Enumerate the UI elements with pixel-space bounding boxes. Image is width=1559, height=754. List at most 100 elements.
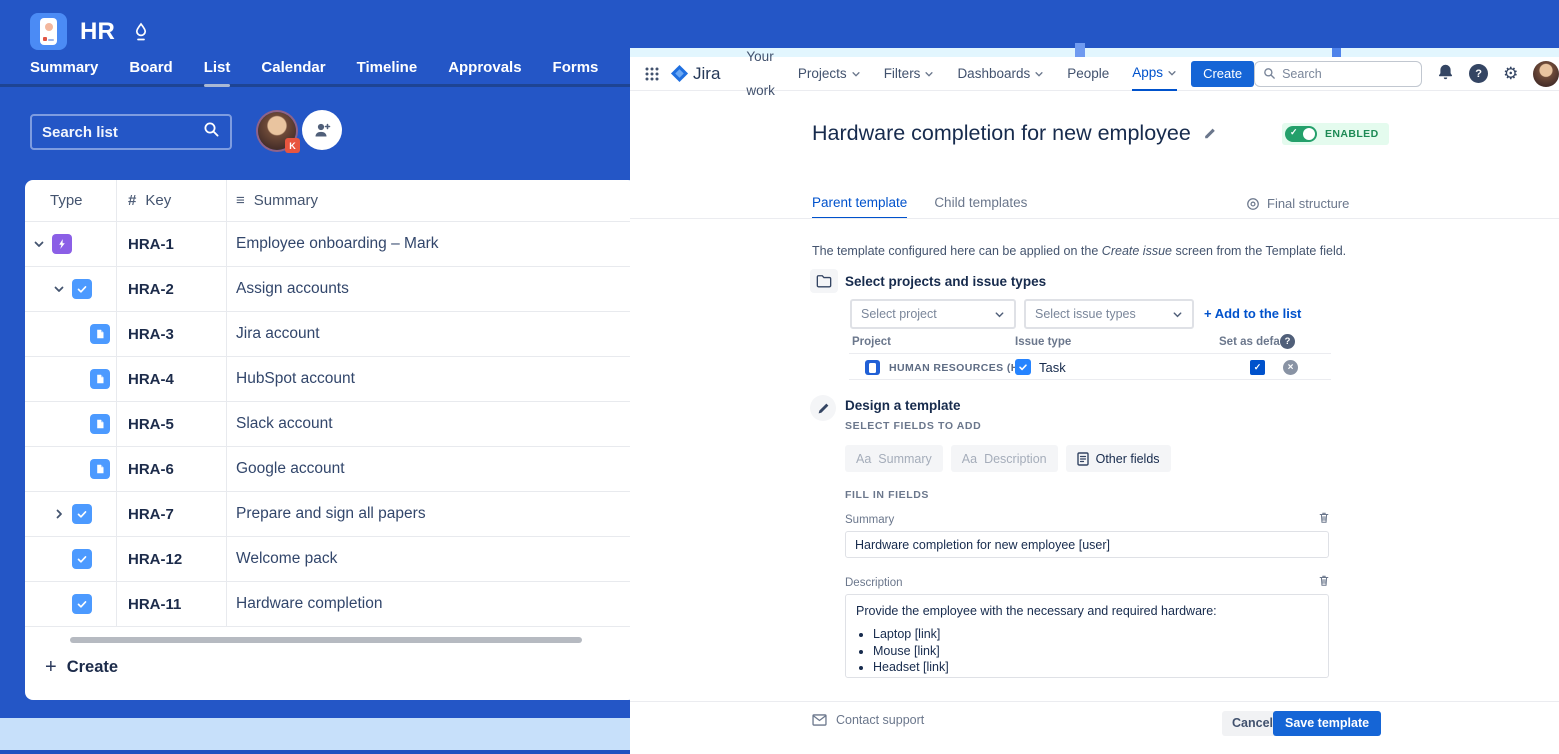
profile-avatar[interactable] [1533,61,1559,87]
search-list-box[interactable] [30,114,232,150]
enabled-toggle[interactable]: ✓ [1285,126,1317,142]
summary-value-input[interactable] [845,531,1329,558]
project-header: HR [30,13,150,50]
delete-summary-icon[interactable] [1318,511,1330,524]
column-type[interactable]: Type [25,180,117,221]
issue-key[interactable]: HRA-6 [117,447,227,491]
type-cell [25,222,117,266]
project-avatar [865,360,880,375]
chevron-down-icon[interactable] [52,282,66,296]
table-row[interactable]: HRA-11 Hardware completion [25,582,636,627]
issue-key[interactable]: HRA-5 [117,402,227,446]
table-row[interactable]: HRA-2 Assign accounts [25,267,636,312]
help-icon[interactable]: ? [1469,64,1488,83]
horizontal-scrollbar[interactable] [70,637,582,643]
issue-summary[interactable]: Welcome pack [227,537,636,581]
table-row[interactable]: HRA-7 Prepare and sign all papers [25,492,636,537]
issue-summary[interactable]: Hardware completion [227,582,636,626]
table-row[interactable]: HRA-6 Google account [25,447,636,492]
table-row[interactable]: HRA-4 HubSpot account [25,357,636,402]
global-search-input[interactable] [1282,67,1413,81]
add-to-list-link[interactable]: + Add to the list [1204,306,1301,321]
app-switcher-icon[interactable] [644,66,660,82]
issue-summary[interactable]: Jira account [227,312,636,356]
nav-menu-item[interactable]: Your work [746,57,775,91]
other-fields-button[interactable]: Other fields [1066,445,1171,472]
chevron-down-icon[interactable] [52,507,66,521]
nav-menu-item[interactable]: People [1067,57,1109,91]
table-row[interactable]: HRA-3 Jira account [25,312,636,357]
issue-key[interactable]: HRA-1 [117,222,227,266]
issue-summary[interactable]: Prepare and sign all papers [227,492,636,536]
issue-summary[interactable]: HubSpot account [227,357,636,401]
add-summary-field-button[interactable]: AaSummary [845,445,943,472]
search-list-input[interactable] [42,124,203,141]
issue-key[interactable]: HRA-2 [117,267,227,311]
issue-summary[interactable]: Assign accounts [227,267,636,311]
issue-summary[interactable]: Employee onboarding – Mark [227,222,636,266]
project-tab[interactable]: Timeline [357,53,418,84]
jira-top-nav: Jira Your work Projects Filters Dashboar… [630,57,1559,91]
project-tab[interactable]: Approvals [448,53,521,84]
task-icon [72,279,92,299]
notifications-icon[interactable] [1437,63,1454,85]
create-button[interactable]: Create [1191,61,1254,87]
save-template-button[interactable]: Save template [1273,711,1381,736]
jira-mark-icon [670,64,689,83]
project-tab[interactable]: Forms [553,53,599,84]
nav-menu-item[interactable]: Filters [884,57,935,91]
table-row[interactable]: HRA-5 Slack account [25,402,636,447]
paint-icon[interactable] [132,22,150,42]
edit-pencil-icon[interactable] [1203,121,1217,146]
default-checkbox[interactable]: ✓ [1250,360,1265,375]
template-editor-body: Jira Your work Projects Filters Dashboar… [630,57,1559,754]
envelope-icon [812,714,827,726]
final-structure-link[interactable]: Final structure [1246,196,1349,211]
select-project-dropdown[interactable]: Select project [850,299,1016,329]
add-description-field-button[interactable]: AaDescription [951,445,1058,472]
create-issue-button[interactable]: + Create [45,649,118,685]
chevron-down-icon[interactable] [32,237,46,251]
table-row[interactable]: HRA-12 Welcome pack [25,537,636,582]
column-summary[interactable]: ≡ Summary [227,180,636,221]
subtask-icon [90,324,110,344]
help-icon[interactable]: ? [1280,334,1295,349]
tab-parent-template[interactable]: Parent template [812,195,907,219]
issue-summary[interactable]: Google account [227,447,636,491]
column-key[interactable]: # Key [117,180,227,221]
select-issue-types-dropdown[interactable]: Select issue types [1024,299,1194,329]
delete-description-icon[interactable] [1318,574,1330,587]
project-tab[interactable]: Board [129,53,172,84]
nav-menu-item[interactable]: Projects [798,57,861,91]
add-people-button[interactable] [302,110,342,150]
project-mapping-row: HUMAN RESOURCES (HR) Task ✓ × [849,353,1331,380]
template-tabs: Parent template Child templates [812,195,1027,219]
issue-key[interactable]: HRA-12 [117,537,227,581]
project-tab[interactable]: Summary [30,53,98,84]
subtask-icon [90,414,110,434]
project-tab[interactable]: Calendar [261,53,325,84]
project-avatar [30,13,67,50]
issue-key[interactable]: HRA-4 [117,357,227,401]
description-value-editor[interactable]: Provide the employee with the necessary … [845,594,1329,678]
global-search-box[interactable] [1254,61,1422,87]
target-icon [1246,197,1260,211]
remove-row-icon[interactable]: × [1283,360,1298,375]
nav-menu-item[interactable]: Dashboards [957,57,1044,91]
issue-key[interactable]: HRA-3 [117,312,227,356]
issue-key[interactable]: HRA-11 [117,582,227,626]
column-issue-type: Issue type [1015,336,1071,348]
contact-support-link[interactable]: Contact support [812,713,924,727]
tab-child-templates[interactable]: Child templates [934,195,1027,219]
gear-icon[interactable]: ⚙ [1503,65,1518,82]
subtask-icon [90,459,110,479]
nav-menu-item[interactable]: Apps [1132,57,1177,91]
chevron-down-icon [851,69,861,79]
user-avatar[interactable]: K [258,112,296,150]
jira-logo[interactable]: Jira [670,64,720,84]
issue-summary[interactable]: Slack account [227,402,636,446]
table-row[interactable]: HRA-1 Employee onboarding – Mark [25,222,636,267]
project-tab[interactable]: List [204,53,231,84]
issue-key[interactable]: HRA-7 [117,492,227,536]
summary-field-label: Summary [845,514,894,526]
